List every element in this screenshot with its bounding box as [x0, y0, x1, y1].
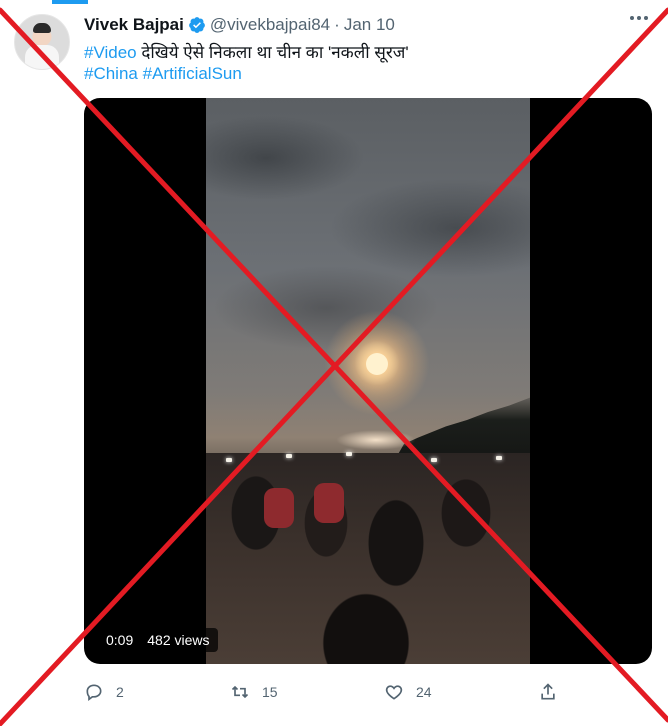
retweet-icon [231, 685, 249, 699]
tweet-text-line-1: #Video देखिये ऐसे निकला था चीन का 'नकली … [84, 40, 409, 63]
more-dot [630, 16, 634, 20]
separator-dot: · [334, 15, 340, 34]
retweet-button[interactable]: 15 [230, 680, 278, 704]
phone-light [286, 454, 292, 458]
tweet-text: देखिये ऐसे निकला था चीन का 'नकली सूरज' [136, 43, 409, 62]
retweet-count: 15 [262, 684, 278, 700]
video-info-overlay: 0:09 482 views [98, 628, 218, 652]
like-count: 24 [416, 684, 432, 700]
video-frame[interactable] [206, 98, 530, 664]
more-options-icon[interactable] [630, 16, 648, 20]
person-red-shirt [264, 488, 294, 528]
top-accent-bar [52, 0, 88, 4]
share-icon [541, 683, 555, 700]
tweet-text-line-2: #China #ArtificialSun [84, 64, 242, 84]
more-dot [644, 16, 648, 20]
phone-light [496, 456, 502, 460]
phone-light [346, 452, 352, 456]
author-handle[interactable]: @vivekbajpai84 [210, 15, 330, 35]
reply-button[interactable]: 2 [84, 680, 124, 704]
like-icon [385, 685, 403, 700]
share-button[interactable] [538, 680, 558, 704]
hashtag-video[interactable]: #Video [84, 43, 137, 62]
avatar-hair [33, 23, 51, 33]
phone-light [226, 458, 232, 462]
video-player[interactable]: 0:09 482 views [84, 98, 652, 664]
tweet-date[interactable]: Jan 10 [344, 15, 395, 35]
video-views: 482 views [147, 632, 210, 648]
more-dot [637, 16, 641, 20]
artificial-sun [366, 353, 388, 375]
avatar[interactable] [14, 14, 70, 70]
horizon-glow [336, 430, 416, 450]
person-red-shirt [314, 483, 344, 523]
phone-light [431, 458, 437, 462]
reply-icon [86, 684, 102, 701]
crowd [206, 453, 530, 664]
tweet-actions: 2 15 24 [84, 680, 652, 704]
like-button[interactable]: 24 [384, 680, 432, 704]
reply-count: 2 [116, 684, 124, 700]
avatar-shirt [25, 45, 59, 69]
hashtag-artificialsun[interactable]: #ArtificialSun [143, 64, 242, 83]
hashtag-china[interactable]: #China [84, 64, 138, 83]
verified-badge-icon [188, 17, 205, 33]
tweet-header: Vivek Bajpai @vivekbajpai84 · Jan 10 [84, 14, 395, 36]
author-name[interactable]: Vivek Bajpai [84, 15, 184, 35]
video-time: 0:09 [106, 632, 134, 648]
